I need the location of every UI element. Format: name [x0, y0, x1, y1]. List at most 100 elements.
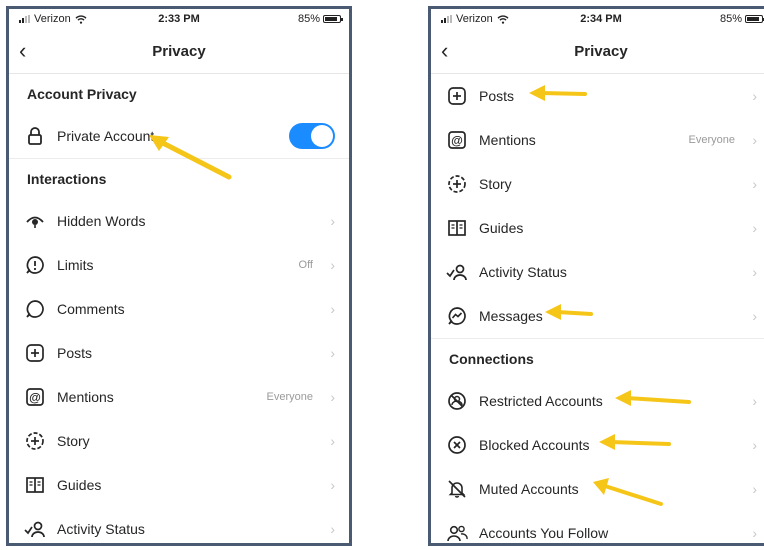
- page-title: Privacy: [152, 43, 206, 60]
- row-mentions[interactable]: @ Mentions Everyone ›: [431, 118, 764, 162]
- row-muted-accounts[interactable]: Muted Accounts ›: [431, 467, 764, 511]
- chevron-right-icon: ›: [752, 176, 757, 192]
- hidden-words-icon: [23, 209, 47, 233]
- row-value: Off: [298, 259, 313, 271]
- status-bar: Verizon 2:33 PM 85%: [9, 9, 349, 31]
- battery-percent: 85%: [297, 13, 320, 25]
- battery-percent: 85%: [719, 13, 742, 25]
- chevron-right-icon: ›: [330, 433, 335, 449]
- row-messages[interactable]: Messages ›: [431, 294, 764, 338]
- battery: 85%: [719, 13, 764, 25]
- chevron-right-icon: ›: [330, 477, 335, 493]
- lock-icon: [23, 124, 47, 148]
- nav-bar: ‹ Privacy: [431, 31, 764, 74]
- row-label: Limits: [57, 257, 94, 273]
- chevron-right-icon: ›: [752, 437, 757, 453]
- chevron-right-icon: ›: [752, 525, 757, 541]
- row-label: Activity Status: [479, 264, 567, 280]
- private-account-toggle[interactable]: [289, 123, 335, 149]
- chevron-right-icon: ›: [330, 257, 335, 273]
- row-label: Guides: [57, 477, 102, 493]
- battery-icon: [323, 15, 343, 23]
- svg-text:@: @: [451, 134, 463, 148]
- chevron-right-icon: ›: [752, 264, 757, 280]
- chevron-right-icon: ›: [752, 88, 757, 104]
- row-value: Everyone: [688, 134, 735, 146]
- row-label: Restricted Accounts: [479, 393, 603, 409]
- phone-screenshot-left: Verizon 2:33 PM 85% ‹ Privacy Account Pr…: [6, 6, 352, 546]
- chevron-right-icon: ›: [330, 213, 335, 229]
- chevron-right-icon: ›: [752, 308, 757, 324]
- activity-status-icon: [445, 260, 469, 284]
- page-title: Privacy: [574, 43, 628, 60]
- accounts-follow-icon: [445, 521, 469, 543]
- story-icon: [23, 429, 47, 453]
- posts-icon: [23, 341, 47, 365]
- section-header-account-privacy: Account Privacy: [27, 86, 137, 102]
- row-mentions[interactable]: @ Mentions Everyone ›: [9, 375, 349, 419]
- row-story[interactable]: Story ›: [9, 419, 349, 463]
- row-label: Posts: [479, 88, 515, 104]
- battery: 85%: [297, 13, 343, 25]
- private-account-row[interactable]: Private Account: [9, 114, 349, 158]
- row-activity-status[interactable]: Activity Status ›: [431, 250, 764, 294]
- row-label: Story: [479, 176, 512, 192]
- row-label: Accounts You Follow: [479, 525, 609, 541]
- guides-icon: [23, 473, 47, 497]
- status-bar: Verizon 2:34 PM 85%: [431, 9, 764, 31]
- story-icon: [445, 172, 469, 196]
- row-hidden-words[interactable]: Hidden Words ›: [9, 199, 349, 243]
- row-comments[interactable]: Comments ›: [9, 287, 349, 331]
- comments-icon: [23, 297, 47, 321]
- chevron-right-icon: ›: [330, 389, 335, 405]
- chevron-right-icon: ›: [752, 481, 757, 497]
- posts-icon: [445, 84, 469, 108]
- row-limits[interactable]: Limits Off ›: [9, 243, 349, 287]
- row-label: Hidden Words: [57, 213, 146, 229]
- clock: 2:34 PM: [580, 13, 622, 25]
- messages-icon: [445, 304, 469, 328]
- row-label: Mentions: [57, 389, 114, 405]
- row-blocked-accounts[interactable]: Blocked Accounts ›: [431, 423, 764, 467]
- row-guides[interactable]: Guides ›: [431, 206, 764, 250]
- row-label: Messages: [479, 308, 543, 324]
- row-value: Everyone: [266, 391, 313, 403]
- phone-screenshot-right: Verizon 2:34 PM 85% ‹ Privacy Posts › @ …: [428, 6, 764, 546]
- blocked-icon: [445, 433, 469, 457]
- row-label: Muted Accounts: [479, 481, 579, 497]
- section-header-connections: Connections: [449, 351, 534, 367]
- row-guides[interactable]: Guides ›: [9, 463, 349, 507]
- battery-icon: [745, 15, 764, 23]
- chevron-right-icon: ›: [330, 301, 335, 317]
- svg-text:@: @: [29, 391, 41, 405]
- activity-status-icon: [23, 517, 47, 541]
- row-label: Story: [57, 433, 90, 449]
- muted-icon: [445, 477, 469, 501]
- mentions-icon: @: [445, 128, 469, 152]
- chevron-right-icon: ›: [330, 345, 335, 361]
- section-header-interactions: Interactions: [27, 171, 107, 187]
- row-label: Blocked Accounts: [479, 437, 590, 453]
- private-account-label: Private Account: [57, 128, 155, 144]
- limits-icon: [23, 253, 47, 277]
- row-label: Guides: [479, 220, 524, 236]
- row-accounts-you-follow[interactable]: Accounts You Follow ›: [431, 511, 764, 543]
- row-label: Posts: [57, 345, 93, 361]
- row-restricted-accounts[interactable]: Restricted Accounts ›: [431, 379, 764, 423]
- mentions-icon: @: [23, 385, 47, 409]
- row-activity-status[interactable]: Activity Status ›: [9, 507, 349, 543]
- chevron-right-icon: ›: [752, 132, 757, 148]
- chevron-right-icon: ›: [752, 393, 757, 409]
- guides-icon: [445, 216, 469, 240]
- row-story[interactable]: Story ›: [431, 162, 764, 206]
- chevron-right-icon: ›: [330, 521, 335, 537]
- nav-bar: ‹ Privacy: [9, 31, 349, 74]
- row-label: Mentions: [479, 132, 536, 148]
- row-label: Activity Status: [57, 521, 145, 537]
- chevron-right-icon: ›: [752, 220, 757, 236]
- row-posts[interactable]: Posts ›: [9, 331, 349, 375]
- restricted-icon: [445, 389, 469, 413]
- toggle-knob: [311, 125, 333, 147]
- row-label: Comments: [57, 301, 125, 317]
- row-posts[interactable]: Posts ›: [431, 74, 764, 118]
